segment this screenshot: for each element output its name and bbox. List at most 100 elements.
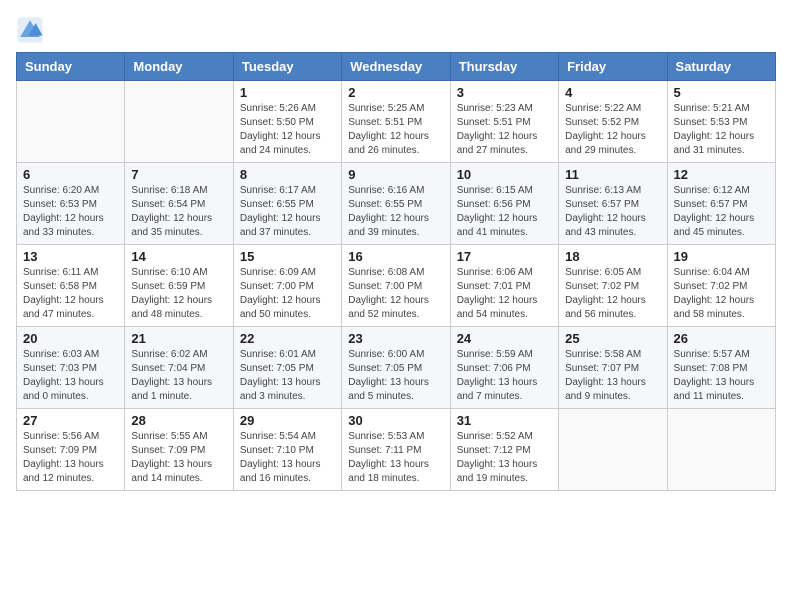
calendar-cell: 4Sunrise: 5:22 AM Sunset: 5:52 PM Daylig… (559, 81, 667, 163)
day-number: 31 (457, 413, 552, 428)
day-info: Sunrise: 6:15 AM Sunset: 6:56 PM Dayligh… (457, 184, 552, 240)
calendar-cell: 1 Sunrise: 5:26 AM Sunset: 5:50 PM Daylig… (233, 81, 341, 163)
day-number: 28 (131, 413, 226, 428)
calendar-header-saturday: Saturday (667, 53, 775, 81)
day-number: 17 (457, 249, 552, 264)
calendar-cell: 2Sunrise: 5:25 AM Sunset: 5:51 PM Daylig… (342, 81, 450, 163)
day-info: Sunrise: 6:13 AM Sunset: 6:57 PM Dayligh… (565, 184, 660, 240)
day-info: Sunrise: 5:59 AM Sunset: 7:06 PM Dayligh… (457, 348, 552, 404)
day-info: Sunrise: 5:54 AM Sunset: 7:10 PM Dayligh… (240, 430, 335, 486)
calendar-week-4: 20 Sunrise: 6:03 AM Sunset: 7:03 PM Dayli… (17, 327, 776, 409)
day-number: 15 (240, 249, 335, 264)
day-number: 25 (565, 331, 660, 346)
calendar-cell: 15Sunrise: 6:09 AM Sunset: 7:00 PM Dayli… (233, 245, 341, 327)
calendar-cell: 29 Sunrise: 5:54 AM Sunset: 7:10 PM Dayli… (233, 409, 341, 491)
day-info: Sunrise: 5:22 AM Sunset: 5:52 PM Dayligh… (565, 102, 660, 158)
calendar-cell: 13 Sunrise: 6:11 AM Sunset: 6:58 PM Dayli… (17, 245, 125, 327)
day-number: 3 (457, 85, 552, 100)
day-info: Sunrise: 5:58 AM Sunset: 7:07 PM Dayligh… (565, 348, 660, 404)
day-info: Sunrise: 5:26 AM Sunset: 5:50 PM Dayligh… (240, 102, 335, 158)
day-info: Sunrise: 5:57 AM Sunset: 7:08 PM Dayligh… (674, 348, 769, 404)
calendar-cell: 10 Sunrise: 6:15 AM Sunset: 6:56 PM Dayli… (450, 163, 558, 245)
calendar-cell: 18 Sunrise: 6:05 AM Sunset: 7:02 PM Dayli… (559, 245, 667, 327)
calendar-cell (559, 409, 667, 491)
calendar-cell: 7 Sunrise: 6:18 AM Sunset: 6:54 PM Daylig… (125, 163, 233, 245)
calendar-header-thursday: Thursday (450, 53, 558, 81)
day-info: Sunrise: 5:21 AM Sunset: 5:53 PM Dayligh… (674, 102, 769, 158)
calendar-cell: 12 Sunrise: 6:12 AM Sunset: 6:57 PM Dayli… (667, 163, 775, 245)
calendar-header-monday: Monday (125, 53, 233, 81)
day-info: Sunrise: 6:06 AM Sunset: 7:01 PM Dayligh… (457, 266, 552, 322)
calendar-week-3: 13 Sunrise: 6:11 AM Sunset: 6:58 PM Dayli… (17, 245, 776, 327)
day-number: 14 (131, 249, 226, 264)
day-number: 7 (131, 167, 226, 182)
day-info: Sunrise: 6:03 AM Sunset: 7:03 PM Dayligh… (23, 348, 118, 404)
calendar-cell (125, 81, 233, 163)
calendar-cell: 23 Sunrise: 6:00 AM Sunset: 7:05 PM Dayli… (342, 327, 450, 409)
day-info: Sunrise: 6:17 AM Sunset: 6:55 PM Dayligh… (240, 184, 335, 240)
calendar-cell: 30 Sunrise: 5:53 AM Sunset: 7:11 PM Dayli… (342, 409, 450, 491)
day-info: Sunrise: 6:00 AM Sunset: 7:05 PM Dayligh… (348, 348, 443, 404)
calendar-cell: 25 Sunrise: 5:58 AM Sunset: 7:07 PM Dayli… (559, 327, 667, 409)
day-number: 22 (240, 331, 335, 346)
day-info: Sunrise: 6:04 AM Sunset: 7:02 PM Dayligh… (674, 266, 769, 322)
calendar-cell: 31Sunrise: 5:52 AM Sunset: 7:12 PM Dayli… (450, 409, 558, 491)
calendar-cell (667, 409, 775, 491)
calendar-cell: 19Sunrise: 6:04 AM Sunset: 7:02 PM Dayli… (667, 245, 775, 327)
day-number: 26 (674, 331, 769, 346)
logo-icon (16, 16, 44, 44)
calendar-header-sunday: Sunday (17, 53, 125, 81)
day-info: Sunrise: 5:56 AM Sunset: 7:09 PM Dayligh… (23, 430, 118, 486)
day-number: 29 (240, 413, 335, 428)
day-number: 24 (457, 331, 552, 346)
day-info: Sunrise: 6:11 AM Sunset: 6:58 PM Dayligh… (23, 266, 118, 322)
calendar-cell: 6 Sunrise: 6:20 AM Sunset: 6:53 PM Daylig… (17, 163, 125, 245)
day-info: Sunrise: 6:05 AM Sunset: 7:02 PM Dayligh… (565, 266, 660, 322)
logo (16, 16, 48, 44)
day-info: Sunrise: 5:53 AM Sunset: 7:11 PM Dayligh… (348, 430, 443, 486)
day-info: Sunrise: 5:23 AM Sunset: 5:51 PM Dayligh… (457, 102, 552, 158)
calendar-header-friday: Friday (559, 53, 667, 81)
day-info: Sunrise: 6:01 AM Sunset: 7:05 PM Dayligh… (240, 348, 335, 404)
calendar-cell: 27 Sunrise: 5:56 AM Sunset: 7:09 PM Dayli… (17, 409, 125, 491)
day-number: 13 (23, 249, 118, 264)
day-number: 20 (23, 331, 118, 346)
day-info: Sunrise: 6:10 AM Sunset: 6:59 PM Dayligh… (131, 266, 226, 322)
calendar-cell: 16Sunrise: 6:08 AM Sunset: 7:00 PM Dayli… (342, 245, 450, 327)
calendar-cell: 14 Sunrise: 6:10 AM Sunset: 6:59 PM Dayli… (125, 245, 233, 327)
day-info: Sunrise: 6:02 AM Sunset: 7:04 PM Dayligh… (131, 348, 226, 404)
day-number: 5 (674, 85, 769, 100)
day-number: 1 (240, 85, 335, 100)
calendar-header-wednesday: Wednesday (342, 53, 450, 81)
calendar-week-1: 1 Sunrise: 5:26 AM Sunset: 5:50 PM Daylig… (17, 81, 776, 163)
day-number: 23 (348, 331, 443, 346)
calendar-week-2: 6 Sunrise: 6:20 AM Sunset: 6:53 PM Daylig… (17, 163, 776, 245)
calendar-cell: 9Sunrise: 6:16 AM Sunset: 6:55 PM Daylig… (342, 163, 450, 245)
calendar-header-tuesday: Tuesday (233, 53, 341, 81)
calendar-cell: 26 Sunrise: 5:57 AM Sunset: 7:08 PM Dayli… (667, 327, 775, 409)
day-number: 11 (565, 167, 660, 182)
day-number: 9 (348, 167, 443, 182)
calendar-cell (17, 81, 125, 163)
calendar-cell: 22 Sunrise: 6:01 AM Sunset: 7:05 PM Dayli… (233, 327, 341, 409)
day-number: 10 (457, 167, 552, 182)
calendar-week-5: 27 Sunrise: 5:56 AM Sunset: 7:09 PM Dayli… (17, 409, 776, 491)
page-header (16, 16, 776, 44)
calendar-cell: 24 Sunrise: 5:59 AM Sunset: 7:06 PM Dayli… (450, 327, 558, 409)
day-info: Sunrise: 6:12 AM Sunset: 6:57 PM Dayligh… (674, 184, 769, 240)
day-info: Sunrise: 6:20 AM Sunset: 6:53 PM Dayligh… (23, 184, 118, 240)
calendar-cell: 17 Sunrise: 6:06 AM Sunset: 7:01 PM Dayli… (450, 245, 558, 327)
day-info: Sunrise: 6:18 AM Sunset: 6:54 PM Dayligh… (131, 184, 226, 240)
day-number: 6 (23, 167, 118, 182)
calendar-cell: 11 Sunrise: 6:13 AM Sunset: 6:57 PM Dayli… (559, 163, 667, 245)
calendar-cell: 8Sunrise: 6:17 AM Sunset: 6:55 PM Daylig… (233, 163, 341, 245)
day-info: Sunrise: 5:55 AM Sunset: 7:09 PM Dayligh… (131, 430, 226, 486)
calendar-cell: 21Sunrise: 6:02 AM Sunset: 7:04 PM Dayli… (125, 327, 233, 409)
day-number: 27 (23, 413, 118, 428)
day-number: 30 (348, 413, 443, 428)
day-number: 12 (674, 167, 769, 182)
calendar-cell: 3 Sunrise: 5:23 AM Sunset: 5:51 PM Daylig… (450, 81, 558, 163)
calendar-cell: 20 Sunrise: 6:03 AM Sunset: 7:03 PM Dayli… (17, 327, 125, 409)
day-number: 18 (565, 249, 660, 264)
day-info: Sunrise: 6:08 AM Sunset: 7:00 PM Dayligh… (348, 266, 443, 322)
